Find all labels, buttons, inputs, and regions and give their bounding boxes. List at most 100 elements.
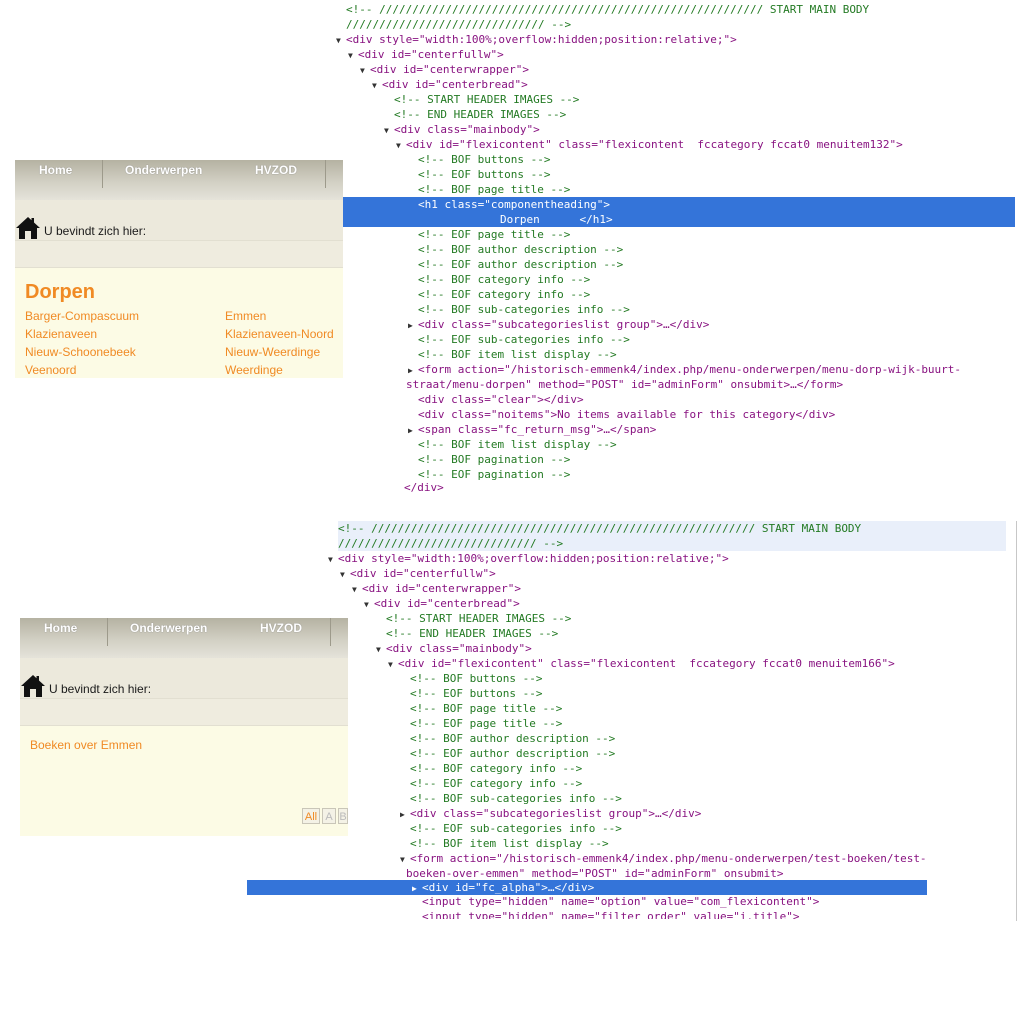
dom-node[interactable]: ▶ <div class="subcategorieslist group">…<…: [408, 317, 709, 332]
expand-triangle-icon[interactable]: ▼: [372, 78, 382, 93]
dom-node[interactable]: <!-- BOF buttons -->: [418, 152, 550, 167]
dom-node[interactable]: ▶ <span class="fc_return_msg">…</span>: [408, 422, 656, 437]
expand-triangle-icon[interactable]: ▼: [384, 123, 394, 138]
expand-triangle-icon[interactable]: ▶: [412, 881, 422, 896]
dom-node[interactable]: ▼ <form action="/historisch-emmenk4/index…: [400, 851, 927, 866]
dom-node[interactable]: <!-- BOF author description -->: [410, 731, 615, 746]
dom-node[interactable]: <!-- EOF category info -->: [418, 287, 590, 302]
breadcrumb-label: U bevindt zich hier:: [49, 682, 152, 696]
dom-node[interactable]: <!-- END HEADER IMAGES -->: [386, 626, 558, 641]
nav-home[interactable]: Home: [44, 621, 77, 635]
dom-node[interactable]: <!-- EOF buttons -->: [410, 686, 542, 701]
dom-node[interactable]: ▼ <div id="centerwrapper">: [360, 62, 529, 77]
dom-node[interactable]: ▼ <div style="width:100%;overflow:hidden;…: [328, 551, 729, 566]
expand-triangle-icon[interactable]: ▼: [348, 48, 358, 63]
dom-node[interactable]: <!-- EOF buttons -->: [418, 167, 550, 182]
nav-hvzod[interactable]: HVZOD: [260, 621, 302, 635]
expand-triangle-icon[interactable]: ▶: [408, 423, 418, 438]
dom-node[interactable]: <!-- EOF page title -->: [410, 716, 562, 731]
dom-node[interactable]: ////////////////////////////// -->: [346, 17, 571, 32]
category-link[interactable]: Weerdinge: [225, 363, 283, 377]
dom-node[interactable]: <!-- BOF item list display -->: [418, 437, 617, 452]
expand-triangle-icon[interactable]: ▼: [336, 33, 346, 48]
dom-node[interactable]: ▼ <div id="flexicontent" class="flexicont…: [388, 656, 895, 671]
nav-hvzod[interactable]: HVZOD: [255, 163, 297, 177]
category-link[interactable]: Emmen: [225, 309, 266, 323]
expand-triangle-icon[interactable]: ▶: [408, 363, 418, 378]
category-link[interactable]: Klazienaveen: [25, 327, 97, 341]
dom-node[interactable]: <!-- BOF category info -->: [418, 272, 590, 287]
category-link[interactable]: Nieuw-Weerdinge: [225, 345, 320, 359]
dom-node[interactable]: ▼ <div class="mainbody">: [376, 641, 532, 656]
dom-node[interactable]: ▶ <form action="/historisch-emmenk4/index…: [408, 362, 961, 377]
dom-node[interactable]: <!-- BOF page title -->: [418, 182, 570, 197]
dom-node[interactable]: <!-- EOF author description -->: [410, 746, 615, 761]
category-link[interactable]: Veenoord: [25, 363, 76, 377]
expand-triangle-icon[interactable]: ▼: [360, 63, 370, 78]
expand-triangle-icon[interactable]: ▼: [396, 138, 406, 153]
home-icon[interactable]: [15, 216, 41, 240]
dom-node[interactable]: <!-- START HEADER IMAGES -->: [386, 611, 571, 626]
dom-node[interactable]: <input type="hidden" name="filter_order"…: [422, 909, 800, 919]
expand-triangle-icon[interactable]: ▼: [376, 642, 386, 657]
dom-node-selected[interactable]: ▶ <div id="fc_alpha">…</div>: [247, 880, 927, 895]
dom-node[interactable]: <!-- EOF page title -->: [418, 227, 570, 242]
dom-node[interactable]: </div>: [404, 480, 444, 495]
alpha-filter-bar: All A B: [20, 802, 348, 836]
dom-node[interactable]: boeken-over-emmen" method="POST" id="adm…: [406, 866, 784, 881]
nav-onderwerpen[interactable]: Onderwerpen: [125, 163, 202, 177]
dom-node[interactable]: <!-- EOF sub-categories info -->: [418, 332, 630, 347]
dom-node-selected[interactable]: <h1 class="componentheading">: [343, 197, 1015, 212]
dom-node-selected[interactable]: Dorpen </h1>: [343, 212, 1015, 227]
dom-node[interactable]: ▼ <div id="centerfullw">: [340, 566, 496, 581]
expand-triangle-icon[interactable]: ▼: [340, 567, 350, 582]
nav-onderwerpen[interactable]: Onderwerpen: [130, 621, 207, 635]
dom-node[interactable]: ▼ <div id="centerbread">: [364, 596, 520, 611]
devtools-panel-bottom: <!-- ///////////////////////////////////…: [247, 521, 1017, 921]
dom-node[interactable]: <div class="clear"></div>: [418, 392, 584, 407]
expand-triangle-icon[interactable]: ▼: [400, 852, 410, 867]
dom-node[interactable]: <!-- BOF sub-categories info -->: [418, 302, 630, 317]
dom-node[interactable]: ▼ <div id="centerbread">: [372, 77, 528, 92]
item-link[interactable]: Boeken over Emmen: [30, 738, 142, 752]
category-link[interactable]: Nieuw-Schoonebeek: [25, 345, 136, 359]
nav-separator: [325, 160, 326, 188]
dom-node[interactable]: <!-- BOF pagination -->: [418, 452, 570, 467]
dom-node[interactable]: ▼ <div id="centerfullw">: [348, 47, 504, 62]
dom-node[interactable]: <!-- ///////////////////////////////////…: [346, 2, 869, 17]
dom-node[interactable]: ▶ <div class="subcategorieslist group">…<…: [400, 806, 701, 821]
category-link[interactable]: Barger-Compascuum: [25, 309, 139, 323]
dom-node[interactable]: ▼ <div id="centerwrapper">: [352, 581, 521, 596]
dom-node[interactable]: straat/menu-dorpen" method="POST" id="ad…: [406, 377, 843, 392]
expand-triangle-icon[interactable]: ▼: [352, 582, 362, 597]
dom-node-hover[interactable]: <!-- ///////////////////////////////////…: [338, 521, 1006, 536]
dom-node[interactable]: <!-- EOF sub-categories info -->: [410, 821, 622, 836]
dom-node[interactable]: <!-- BOF author description -->: [418, 242, 623, 257]
expand-triangle-icon[interactable]: ▼: [364, 597, 374, 612]
nav-home[interactable]: Home: [39, 163, 72, 177]
dom-node[interactable]: <!-- BOF item list display -->: [418, 347, 617, 362]
dom-node[interactable]: <!-- EOF author description -->: [418, 257, 623, 272]
dom-node-hover[interactable]: ////////////////////////////// -->: [338, 536, 1006, 551]
dom-node[interactable]: <!-- EOF category info -->: [410, 776, 582, 791]
category-link[interactable]: Klazienaveen-Noord: [225, 327, 334, 341]
expand-triangle-icon[interactable]: ▼: [328, 552, 338, 567]
dom-node[interactable]: ▼ <div id="flexicontent" class="flexicont…: [396, 137, 903, 152]
dom-node[interactable]: <!-- END HEADER IMAGES -->: [394, 107, 566, 122]
dom-node[interactable]: <input type="hidden" name="option" value…: [422, 894, 819, 909]
dom-node[interactable]: <!-- BOF buttons -->: [410, 671, 542, 686]
dom-node[interactable]: <!-- BOF sub-categories info -->: [410, 791, 622, 806]
dom-node[interactable]: <div class="noitems">No items available …: [418, 407, 835, 422]
expand-triangle-icon[interactable]: ▶: [408, 318, 418, 333]
dom-node[interactable]: ▼ <div style="width:100%;overflow:hidden;…: [336, 32, 737, 47]
alpha-all-button[interactable]: All: [302, 808, 320, 824]
dom-node[interactable]: <!-- BOF page title -->: [410, 701, 562, 716]
expand-triangle-icon[interactable]: ▼: [388, 657, 398, 672]
breadcrumb: U bevindt zich hier:: [20, 658, 348, 698]
dom-node[interactable]: <!-- START HEADER IMAGES -->: [394, 92, 579, 107]
dom-node[interactable]: <!-- BOF category info -->: [410, 761, 582, 776]
dom-node[interactable]: <!-- BOF item list display -->: [410, 836, 609, 851]
expand-triangle-icon[interactable]: ▶: [400, 807, 410, 822]
home-icon[interactable]: [20, 674, 46, 698]
dom-node[interactable]: ▼ <div class="mainbody">: [384, 122, 540, 137]
